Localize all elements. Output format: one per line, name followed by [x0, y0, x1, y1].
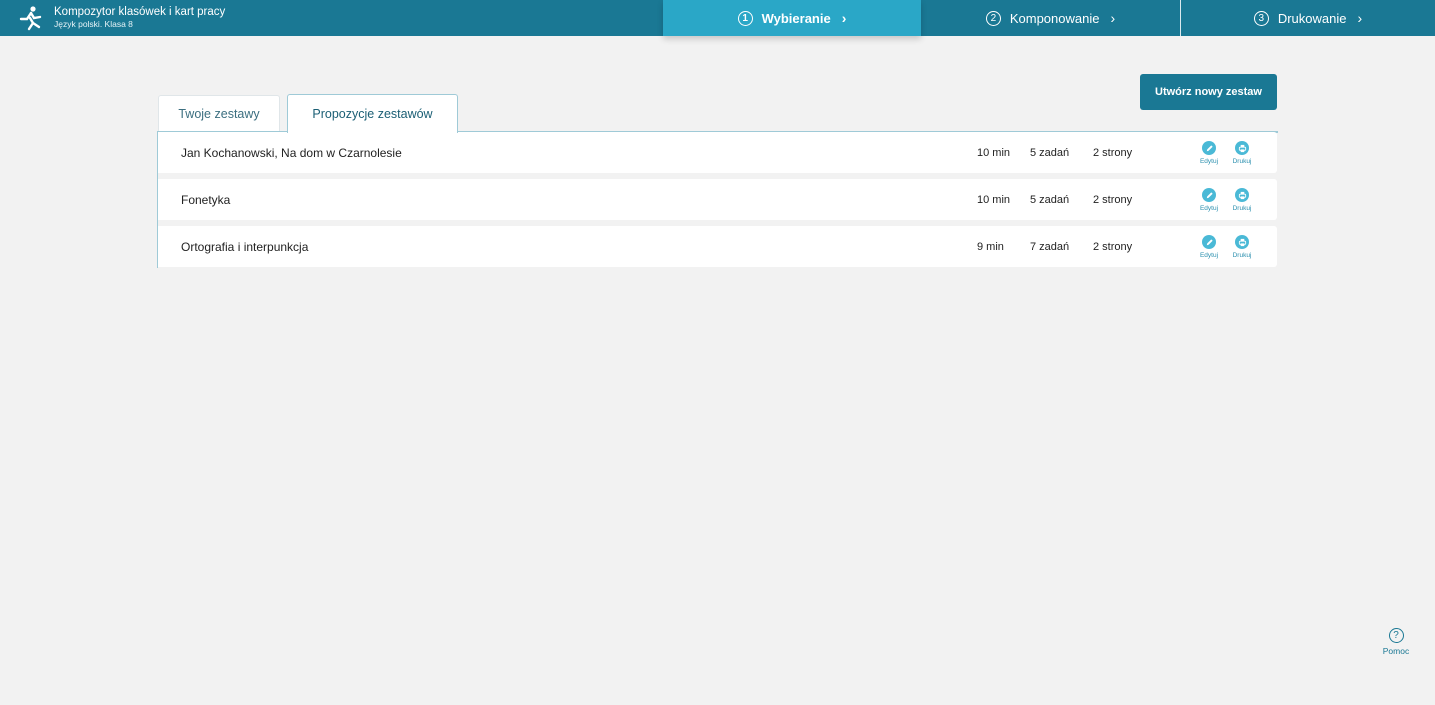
- pencil-icon: [1202, 235, 1216, 249]
- set-pages: 2 strony: [1093, 146, 1133, 159]
- set-tasks: 5 zadań: [1030, 193, 1070, 206]
- set-name: Fonetyka: [181, 192, 231, 207]
- set-time: 10 min: [977, 193, 1011, 206]
- set-row: Ortografia i interpunkcja 9 min 7 zadań …: [158, 226, 1277, 267]
- edit-button[interactable]: Edytuj: [1196, 188, 1222, 212]
- set-tasks: 7 zadań: [1030, 240, 1070, 253]
- printer-icon: [1235, 141, 1249, 155]
- brand[interactable]: Kompozytor klasówek i kart pracy Język p…: [18, 0, 225, 36]
- edit-button[interactable]: Edytuj: [1196, 141, 1222, 165]
- edit-label: Edytuj: [1199, 252, 1219, 259]
- app-title: Kompozytor klasówek i kart pracy: [54, 5, 226, 18]
- tab-proposed-sets[interactable]: Propozycje zestawów: [287, 94, 458, 133]
- set-row: Jan Kochanowski, Na dom w Czarnolesie 10…: [158, 132, 1277, 173]
- running-figure-icon: [19, 6, 42, 31]
- pencil-icon: [1202, 141, 1216, 155]
- step-komponowanie[interactable]: 2 Komponowanie ›: [921, 0, 1180, 36]
- set-row: Fonetyka 10 min 5 zadań 2 strony Edytuj …: [158, 179, 1277, 220]
- edit-label: Edytuj: [1199, 158, 1219, 165]
- help-icon: ?: [1388, 628, 1404, 643]
- pencil-icon: [1202, 188, 1216, 202]
- chevron-right-icon: ›: [1357, 10, 1363, 26]
- step-label: Wybieranie: [761, 10, 831, 26]
- step-label: Komponowanie: [1009, 10, 1100, 26]
- step-number: 2: [985, 10, 1001, 26]
- printer-icon: [1235, 235, 1249, 249]
- print-label: Drukuj: [1232, 158, 1252, 165]
- print-button[interactable]: Drukuj: [1229, 235, 1255, 259]
- top-bar: Kompozytor klasówek i kart pracy Język p…: [0, 0, 1435, 36]
- edit-button[interactable]: Edytuj: [1196, 235, 1222, 259]
- print-label: Drukuj: [1232, 205, 1252, 212]
- step-number: 1: [737, 10, 753, 26]
- chevron-right-icon: ›: [841, 10, 847, 26]
- edit-label: Edytuj: [1199, 205, 1219, 212]
- set-pages: 2 strony: [1093, 240, 1133, 253]
- step-number: 3: [1253, 10, 1269, 26]
- set-time: 10 min: [977, 146, 1011, 159]
- print-button[interactable]: Drukuj: [1229, 141, 1255, 165]
- chevron-right-icon: ›: [1110, 10, 1116, 26]
- tab-your-sets[interactable]: Twoje zestawy: [158, 95, 280, 132]
- set-name: Jan Kochanowski, Na dom w Czarnolesie: [181, 145, 402, 160]
- help-label: Pomoc: [1382, 646, 1410, 656]
- set-time: 9 min: [977, 240, 1004, 253]
- set-tasks: 5 zadań: [1030, 146, 1070, 159]
- step-wybieranie[interactable]: 1 Wybieranie ›: [663, 0, 921, 36]
- print-button[interactable]: Drukuj: [1229, 188, 1255, 212]
- printer-icon: [1235, 188, 1249, 202]
- help-button[interactable]: ? Pomoc: [1379, 628, 1413, 656]
- set-pages: 2 strony: [1093, 193, 1133, 206]
- app-subtitle: Język polski. Klasa 8: [54, 18, 133, 29]
- step-label: Drukowanie: [1277, 10, 1347, 26]
- create-set-button[interactable]: Utwórz nowy zestaw: [1140, 74, 1277, 110]
- print-label: Drukuj: [1232, 252, 1252, 259]
- step-drukowanie[interactable]: 3 Drukowanie ›: [1181, 0, 1435, 36]
- set-name: Ortografia i interpunkcja: [181, 239, 309, 254]
